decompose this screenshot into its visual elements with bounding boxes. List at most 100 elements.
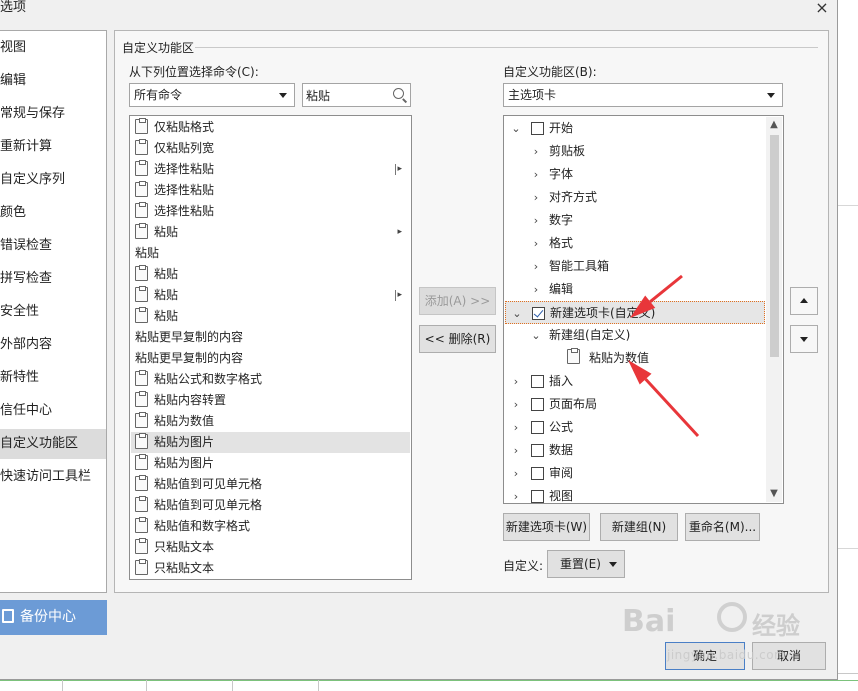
reset-dropdown[interactable]: 重置(E) <box>547 550 625 578</box>
nav-item[interactable]: 重新计算 <box>0 132 106 162</box>
command-item[interactable]: 粘贴 <box>131 264 410 285</box>
chevron-right-icon[interactable]: › <box>531 186 541 209</box>
ribbon-tree-item[interactable]: › 对齐方式 <box>505 186 765 209</box>
tab-checkbox[interactable] <box>532 307 545 320</box>
command-item[interactable]: 粘贴 ▸ <box>131 285 410 306</box>
nav-item[interactable]: 编辑 <box>0 66 106 96</box>
chevron-down-icon[interactable]: ⌄ <box>511 117 521 140</box>
command-item[interactable]: 粘贴更早复制的内容 <box>131 327 410 348</box>
command-item[interactable]: 仅粘贴列宽 <box>131 138 410 159</box>
tree-scrollbar[interactable]: ▲ ▼ <box>766 117 782 502</box>
nav-item[interactable]: 新特性 <box>0 363 106 393</box>
ribbon-tree-item[interactable]: ⌄ 新建组(自定义) <box>505 324 765 347</box>
command-item[interactable]: 粘贴公式和数字格式 <box>131 369 410 390</box>
command-item[interactable]: 粘贴为数值 <box>131 411 410 432</box>
chevron-right-icon[interactable]: › <box>511 393 521 416</box>
tab-checkbox[interactable] <box>531 122 544 135</box>
customize-ribbon-panel: 自定义功能区 从下列位置选择命令(C): 所有命令 仅粘贴格式仅粘贴列宽选择性粘… <box>114 30 829 593</box>
command-item[interactable]: 只粘贴文本 <box>131 558 410 579</box>
tab-checkbox[interactable] <box>531 421 544 434</box>
ribbon-tree-item[interactable]: ⌄ 开始 <box>505 117 765 140</box>
ribbon-tree-item[interactable]: › 插入 <box>505 370 765 393</box>
chevron-right-icon[interactable]: › <box>531 163 541 186</box>
nav-item[interactable]: 安全性 <box>0 297 106 327</box>
ribbon-tree-item[interactable]: › 格式 <box>505 232 765 255</box>
command-item[interactable]: 只粘贴文本 <box>131 537 410 558</box>
chevron-right-icon[interactable]: › <box>511 485 521 503</box>
nav-item[interactable]: 外部内容 <box>0 330 106 360</box>
command-item[interactable]: 粘贴值到可见单元格 <box>131 474 410 495</box>
chevron-right-icon[interactable]: › <box>531 278 541 301</box>
chevron-right-icon[interactable]: › <box>531 232 541 255</box>
ribbon-tree-item[interactable]: › 审阅 <box>505 462 765 485</box>
ribbon-tree-item[interactable]: › 剪贴板 <box>505 140 765 163</box>
remove-button[interactable]: << 删除(R) <box>419 325 496 353</box>
nav-item[interactable]: 信任中心 <box>0 396 106 426</box>
command-item[interactable]: 选择性粘贴 ▸ <box>131 159 410 180</box>
search-input[interactable] <box>303 84 383 106</box>
new-group-button[interactable]: 新建组(N) <box>600 513 678 541</box>
nav-item[interactable]: 视图 <box>0 33 106 63</box>
ribbon-tree-item[interactable]: › 数据 <box>505 439 765 462</box>
nav-item[interactable]: 自定义功能区 <box>0 429 106 459</box>
command-item[interactable]: 选择性粘贴 <box>131 201 410 222</box>
nav-item[interactable]: 错误检查 <box>0 231 106 261</box>
chevron-right-icon[interactable]: › <box>511 462 521 485</box>
move-up-button[interactable] <box>790 287 818 315</box>
command-item[interactable]: 粘贴值到可见单元格 <box>131 495 410 516</box>
chevron-right-icon[interactable]: › <box>531 140 541 163</box>
chevron-right-icon[interactable]: › <box>531 255 541 278</box>
add-button[interactable]: 添加(A) >> <box>419 287 496 315</box>
ribbon-tree-item[interactable]: › 数字 <box>505 209 765 232</box>
rename-button[interactable]: 重命名(M)... <box>685 513 760 541</box>
backup-center-button[interactable]: 备份中心 <box>0 600 107 635</box>
ribbon-tabs-select[interactable]: 主选项卡 <box>503 83 783 107</box>
command-item[interactable]: 粘贴为图片 <box>131 432 410 453</box>
ribbon-tree-item[interactable]: › 编辑 <box>505 278 765 301</box>
chevron-down-icon[interactable]: ⌄ <box>531 324 541 347</box>
choose-commands-select[interactable]: 所有命令 <box>129 83 295 107</box>
scroll-down-icon[interactable]: ▼ <box>766 486 782 502</box>
chevron-right-icon[interactable]: › <box>511 439 521 462</box>
tab-checkbox[interactable] <box>531 398 544 411</box>
nav-item[interactable]: 颜色 <box>0 198 106 228</box>
scroll-up-icon[interactable]: ▲ <box>766 117 782 133</box>
scroll-thumb[interactable] <box>770 135 779 357</box>
ribbon-tree-item[interactable]: › 智能工具箱 <box>505 255 765 278</box>
command-item[interactable]: 选择性粘贴 <box>131 180 410 201</box>
command-search[interactable] <box>302 83 411 107</box>
ribbon-tree[interactable]: ▲ ▼ ⌄ 开始 › 剪贴板 › 字体 › 对齐方式 › 数字 › 格式 › 智能工具箱 › 编辑 ⌄ 新建选项卡… <box>503 115 784 504</box>
chevron-right-icon[interactable]: › <box>511 370 521 393</box>
ribbon-tree-item[interactable]: ⌄ 新建选项卡(自定义) <box>505 301 765 324</box>
commands-list[interactable]: 仅粘贴格式 仅粘贴列宽 选择性粘贴 ▸ 选择性粘贴 选择性粘贴 粘贴 ▸ 粘贴 粘贴 粘贴 ▸ 粘贴 粘贴… <box>129 115 412 580</box>
tree-item-label: 格式 <box>549 236 574 250</box>
close-icon[interactable]: × <box>812 0 832 18</box>
tab-checkbox[interactable] <box>531 444 544 457</box>
ribbon-tree-item[interactable]: › 视图 <box>505 485 765 503</box>
tab-checkbox[interactable] <box>531 467 544 480</box>
tab-checkbox[interactable] <box>531 490 544 503</box>
chevron-right-icon[interactable]: › <box>511 416 521 439</box>
ribbon-tree-item[interactable]: › 字体 <box>505 163 765 186</box>
ribbon-tree-item[interactable]: › 页面布局 <box>505 393 765 416</box>
ribbon-tree-item[interactable]: 粘贴为数值 <box>505 347 765 370</box>
ribbon-tree-item[interactable]: › 公式 <box>505 416 765 439</box>
command-item[interactable]: 仅粘贴格式 <box>131 117 410 138</box>
nav-item[interactable]: 自定义序列 <box>0 165 106 195</box>
nav-item[interactable]: 快速访问工具栏 <box>0 462 106 492</box>
search-icon[interactable] <box>393 88 404 99</box>
chevron-down-icon[interactable]: ⌄ <box>512 302 522 325</box>
command-item[interactable]: 粘贴 <box>131 243 410 264</box>
new-tab-button[interactable]: 新建选项卡(W) <box>503 513 590 541</box>
move-down-button[interactable] <box>790 325 818 353</box>
command-item[interactable]: 粘贴内容转置 <box>131 390 410 411</box>
command-item[interactable]: 粘贴 ▸ <box>131 222 410 243</box>
command-item[interactable]: 粘贴为图片 <box>131 453 410 474</box>
command-item[interactable]: 粘贴 <box>131 306 410 327</box>
chevron-right-icon[interactable]: › <box>531 209 541 232</box>
nav-item[interactable]: 常规与保存 <box>0 99 106 129</box>
command-item[interactable]: 粘贴值和数字格式 <box>131 516 410 537</box>
command-item[interactable]: 粘贴更早复制的内容 <box>131 348 410 369</box>
nav-item[interactable]: 拼写检查 <box>0 264 106 294</box>
tab-checkbox[interactable] <box>531 375 544 388</box>
